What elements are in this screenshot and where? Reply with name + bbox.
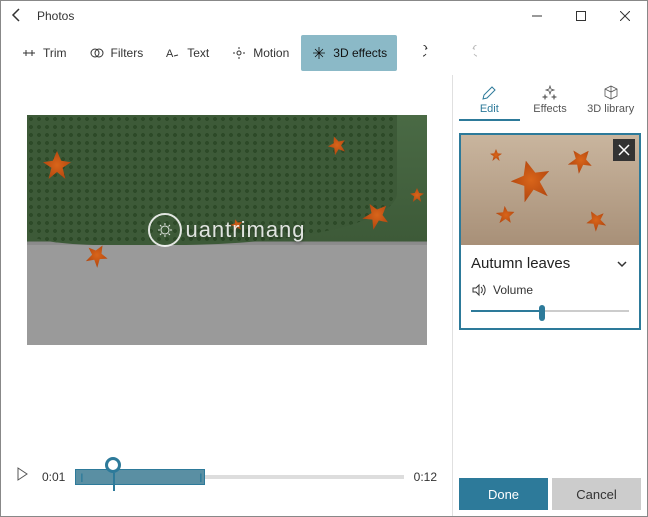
cube-icon [603, 85, 619, 101]
video-preview[interactable]: uantrimang [27, 115, 427, 345]
tab-edit[interactable]: Edit [459, 81, 520, 121]
tab-library-label: 3D library [587, 103, 634, 115]
redo-icon [461, 45, 477, 61]
filters-button[interactable]: Filters [79, 35, 154, 71]
motion-label: Motion [253, 46, 289, 60]
motion-icon [231, 45, 247, 61]
clip-handle-left[interactable]: ||| [80, 472, 81, 482]
volume-icon [471, 282, 487, 298]
trim-icon [21, 45, 37, 61]
tab-effects-label: Effects [533, 103, 566, 115]
effects-icon [542, 85, 558, 101]
effect-name-row[interactable]: Autumn leaves [471, 255, 629, 272]
watermark: uantrimang [147, 213, 305, 247]
3d-effects-label: 3D effects [333, 46, 387, 60]
text-button[interactable]: A Text [155, 35, 219, 71]
tab-edit-label: Edit [480, 103, 499, 115]
text-icon: A [165, 45, 181, 61]
app-title: Photos [37, 9, 74, 23]
trim-button[interactable]: Trim [11, 35, 77, 71]
close-icon [618, 144, 630, 156]
total-time: 0:12 [414, 470, 437, 484]
undo-icon [423, 45, 439, 61]
back-button[interactable] [9, 7, 37, 26]
sparkle-icon [311, 45, 327, 61]
effect-name: Autumn leaves [471, 255, 570, 272]
redo-button [451, 35, 487, 71]
tab-effects[interactable]: Effects [520, 81, 581, 121]
timeline-track[interactable]: ||| ||| [75, 475, 403, 479]
effect-thumbnail [461, 135, 639, 245]
chevron-down-icon [615, 257, 629, 271]
volume-row: Volume [471, 282, 629, 298]
remove-effect-button[interactable] [613, 139, 635, 161]
play-button[interactable] [16, 467, 32, 486]
3d-effects-button[interactable]: 3D effects [301, 35, 397, 71]
clip-handle-right[interactable]: ||| [199, 472, 200, 482]
current-time: 0:01 [42, 470, 65, 484]
main-area: uantrimang 0:01 ||| ||| 0:12 [1, 75, 452, 516]
motion-button[interactable]: Motion [221, 35, 299, 71]
volume-label: Volume [493, 283, 533, 297]
trim-label: Trim [43, 46, 67, 60]
filters-icon [89, 45, 105, 61]
effect-card: Autumn leaves Volume [459, 133, 641, 330]
side-panel: Edit Effects 3D library [452, 75, 647, 516]
timeline: 0:01 ||| ||| 0:12 [11, 457, 442, 506]
volume-slider[interactable] [471, 304, 629, 318]
slider-knob[interactable] [539, 305, 545, 321]
effect-clip[interactable]: ||| ||| [75, 469, 205, 485]
toolbar: Trim Filters A Text Motion 3D effects [1, 31, 647, 75]
svg-text:A: A [166, 48, 174, 60]
tab-3d-library[interactable]: 3D library [580, 81, 641, 121]
close-button[interactable] [603, 1, 647, 31]
playhead[interactable] [105, 457, 121, 473]
done-button[interactable]: Done [459, 478, 548, 510]
maximize-button[interactable] [559, 1, 603, 31]
text-label: Text [187, 46, 209, 60]
titlebar: Photos [1, 1, 647, 31]
cancel-button[interactable]: Cancel [552, 478, 641, 510]
undo-button[interactable] [413, 35, 449, 71]
minimize-button[interactable] [515, 1, 559, 31]
pencil-icon [481, 85, 497, 101]
filters-label: Filters [111, 46, 144, 60]
